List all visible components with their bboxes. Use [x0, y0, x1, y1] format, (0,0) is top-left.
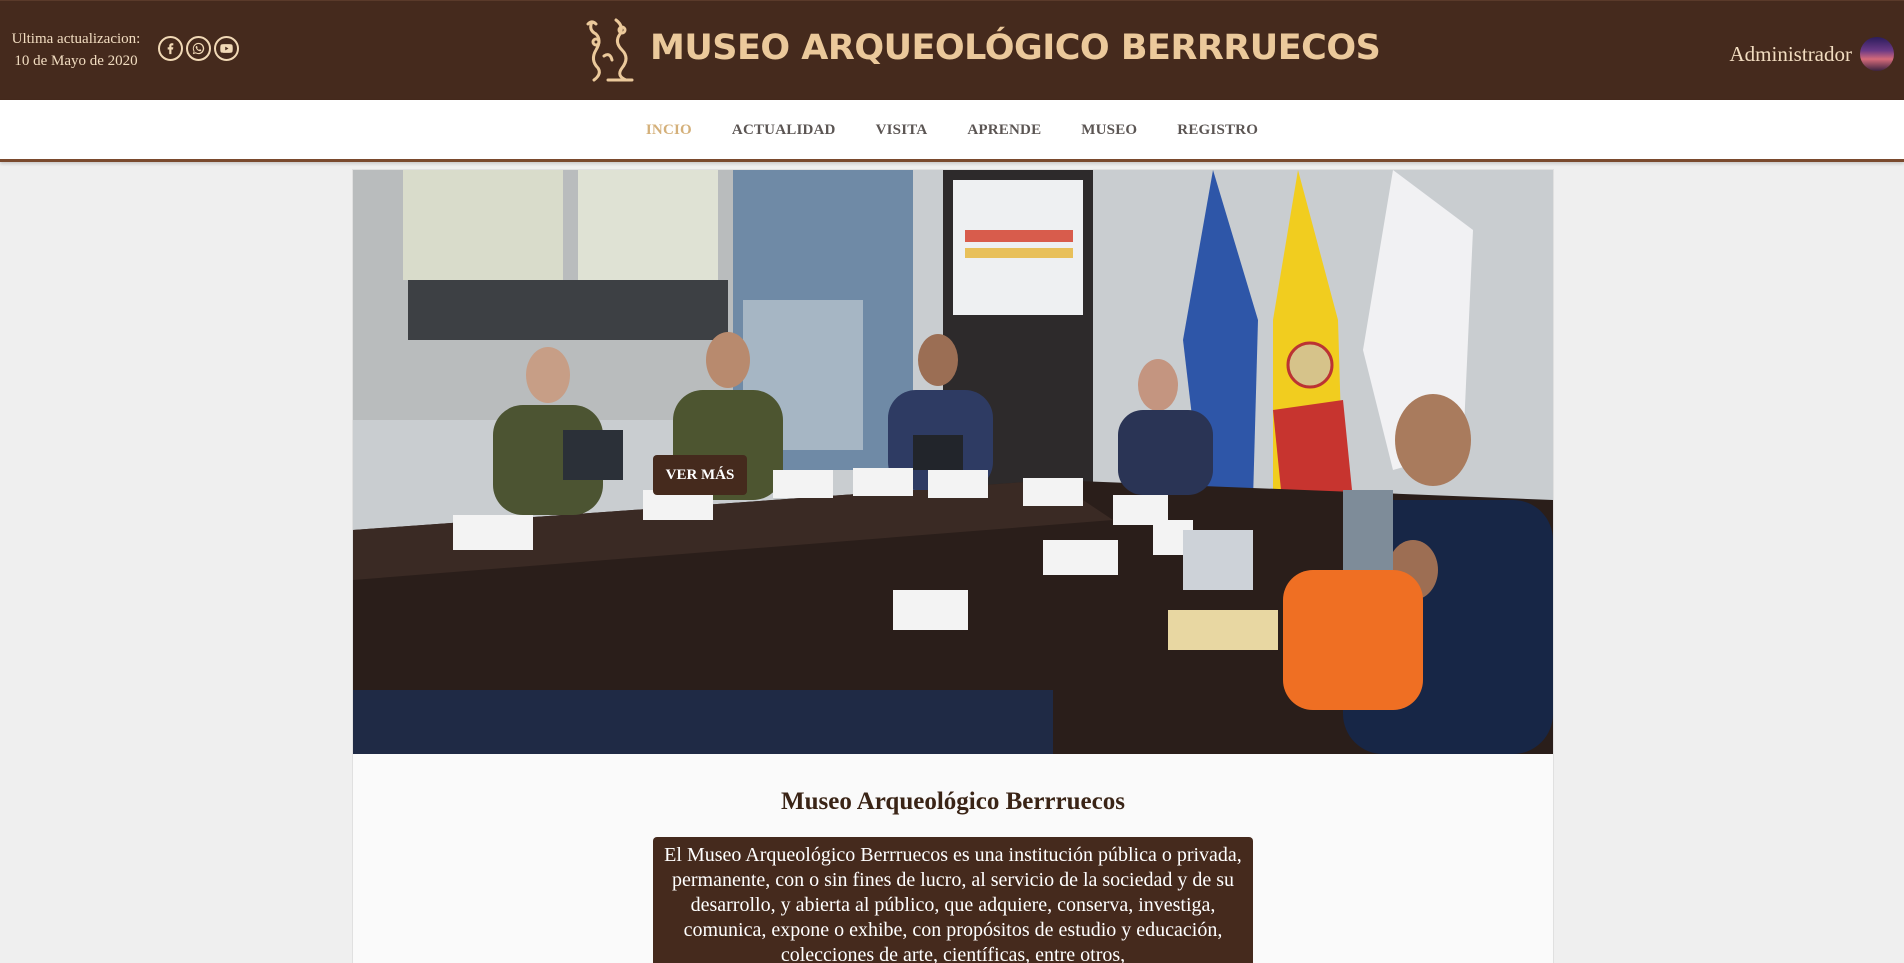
- nav-item-museo[interactable]: MUSEO: [1081, 100, 1137, 161]
- user-name: Administrador: [1729, 41, 1852, 66]
- intro-title: Museo Arqueológico Berrruecos: [781, 788, 1125, 815]
- hero-image: [353, 170, 1553, 754]
- user-menu[interactable]: Administrador: [1730, 37, 1894, 71]
- last-update-date: 10 de Mayo de 2020: [14, 53, 138, 69]
- youtube-icon[interactable]: [214, 36, 239, 61]
- nav-item-registro[interactable]: REGISTRO: [1177, 100, 1258, 161]
- nav-item-visita[interactable]: VISITA: [876, 100, 928, 161]
- top-header: Ultima actualizacion: 10 de Mayo de 2020: [0, 0, 1904, 100]
- museum-logo-icon: [582, 16, 642, 89]
- hero-carousel: VER MÁS: [353, 170, 1553, 754]
- main-content: VER MÁS Museo Arqueológico Berrruecos El…: [352, 169, 1554, 963]
- brand[interactable]: MUSEO ARQUEOLÓGICO BERRRUECOS: [582, 16, 1381, 89]
- nav-item-actualidad[interactable]: ACTUALIDAD: [732, 100, 836, 161]
- nav-item-inicio[interactable]: INCIO: [646, 100, 692, 161]
- avatar[interactable]: [1860, 37, 1894, 71]
- intro-text: El Museo Arqueológico Berrruecos es una …: [653, 836, 1253, 963]
- last-update-label: Ultima actualizacion:: [11, 31, 141, 47]
- facebook-icon[interactable]: [158, 36, 183, 61]
- nav-item-aprende[interactable]: APRENDE: [967, 100, 1041, 161]
- main-nav: INCIO ACTUALIDAD VISITA APRENDE MUSEO RE…: [0, 100, 1904, 162]
- whatsapp-icon[interactable]: [186, 36, 211, 61]
- social-links: [158, 36, 239, 61]
- last-update: Ultima actualizacion: 10 de Mayo de 2020: [6, 28, 146, 72]
- site-title: MUSEO ARQUEOLÓGICO BERRRUECOS: [650, 28, 1381, 68]
- ver-mas-button[interactable]: VER MÁS: [653, 455, 747, 495]
